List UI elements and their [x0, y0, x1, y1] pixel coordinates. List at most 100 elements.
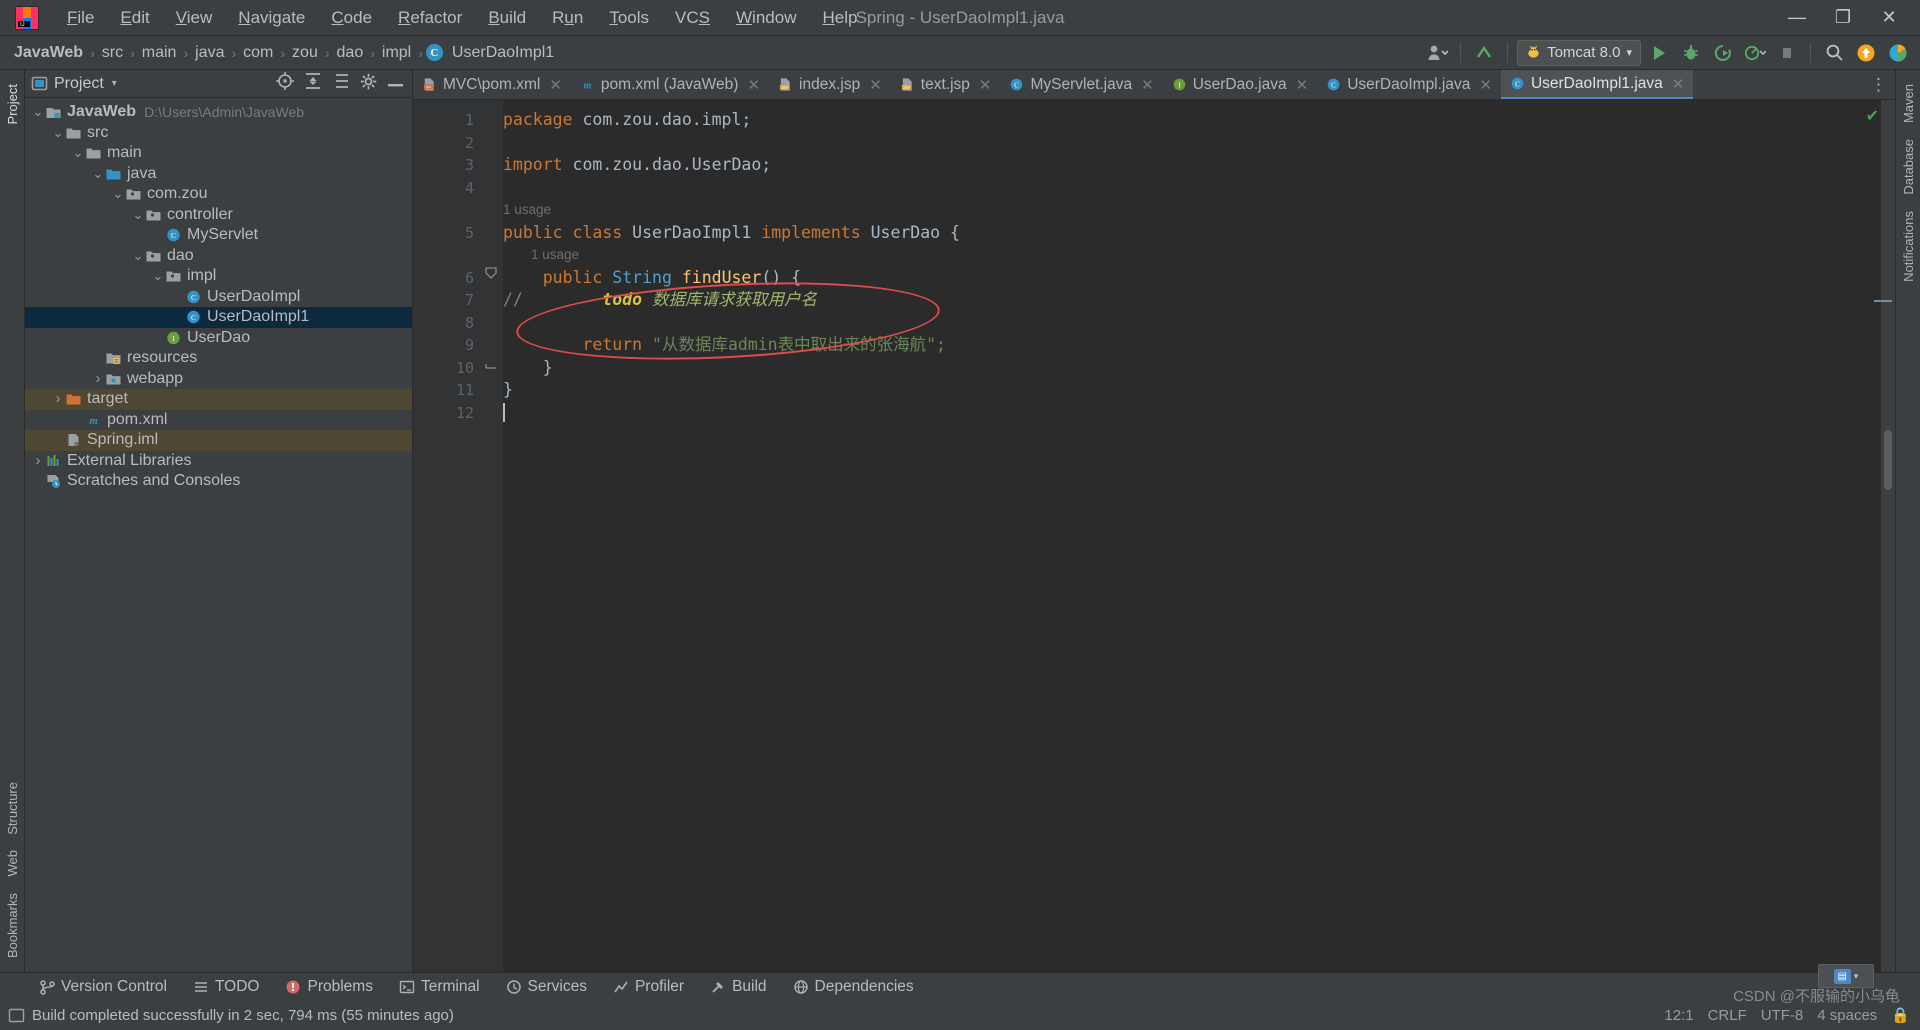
bottom-tool-build[interactable]: Build	[697, 978, 779, 996]
close-tab-icon[interactable]: ✕	[1672, 75, 1685, 93]
maximize-button[interactable]: ❐	[1820, 1, 1866, 35]
tree-row-myservlet[interactable]: CMyServlet	[25, 225, 412, 246]
tree-row-userdaoimpl1[interactable]: CUserDaoImpl1	[25, 307, 412, 328]
settings-gear-icon[interactable]	[360, 73, 377, 95]
tree-row-target[interactable]: ›target	[25, 389, 412, 410]
menu-vcs[interactable]: VCS	[662, 4, 723, 32]
layout-icon[interactable]: ▤	[1834, 969, 1851, 984]
sidebar-item-structure[interactable]: Structure	[2, 774, 23, 843]
search-everywhere-icon[interactable]	[1820, 40, 1848, 66]
editor-tab-index-jsp[interactable]: JSPindex.jsp✕	[769, 70, 891, 99]
editor-tab-mvc-pom-xml[interactable]: <>MVC\pom.xml✕	[413, 70, 571, 99]
close-tab-icon[interactable]: ✕	[747, 76, 760, 94]
breadcrumb-item-2[interactable]: main	[138, 42, 181, 64]
tree-row-javaweb[interactable]: ⌄JavaWebD:\Users\Admin\JavaWeb	[25, 102, 412, 123]
tree-row-java[interactable]: ⌄java	[25, 164, 412, 185]
tree-row-impl[interactable]: ⌄impl	[25, 266, 412, 287]
fold-end-icon[interactable]	[484, 356, 498, 370]
chevron-right-icon[interactable]: ›	[91, 369, 105, 390]
sidebar-item-bookmarks[interactable]: Bookmarks	[2, 885, 23, 966]
chevron-down-icon[interactable]: ⌄	[71, 147, 85, 159]
chevron-down-icon[interactable]: ▾	[1854, 971, 1859, 982]
collapse-all-icon[interactable]	[332, 72, 350, 95]
chevron-down-icon[interactable]: ⌄	[51, 127, 65, 139]
editor-tab-userdao-java[interactable]: IUserDao.java✕	[1163, 70, 1317, 99]
fold-region-icon[interactable]	[484, 266, 498, 280]
menu-help[interactable]: Help	[809, 4, 870, 32]
sidebar-item-notifications[interactable]: Notifications	[1898, 203, 1919, 290]
inspection-ok-icon[interactable]: ✔	[1866, 106, 1879, 126]
tree-row-src[interactable]: ⌄src	[25, 123, 412, 144]
editor-float-widget[interactable]: ▤ ▾	[1818, 964, 1874, 988]
breadcrumb-item-7[interactable]: impl	[378, 42, 415, 64]
editor-tab-userdaoimpl-java[interactable]: CUserDaoImpl.java✕	[1317, 70, 1501, 99]
chevron-down-icon[interactable]: ⌄	[131, 209, 145, 221]
tree-row-pom-xml[interactable]: mpom.xml	[25, 410, 412, 431]
run-with-coverage-icon[interactable]	[1709, 40, 1737, 66]
tree-row-resources[interactable]: resources	[25, 348, 412, 369]
bottom-tool-terminal[interactable]: Terminal	[386, 978, 493, 996]
chevron-right-icon[interactable]: ›	[31, 451, 45, 472]
breadcrumb-file[interactable]: UserDaoImpl1	[448, 42, 558, 64]
tree-row-main[interactable]: ⌄main	[25, 143, 412, 164]
more-tabs-icon[interactable]: ⋮	[1870, 75, 1887, 95]
menu-refactor[interactable]: Refactor	[385, 4, 475, 32]
sidebar-item-maven[interactable]: Maven	[1898, 76, 1919, 131]
tree-row-userdaoimpl[interactable]: CUserDaoImpl	[25, 287, 412, 308]
editor-fold-column[interactable]	[481, 100, 503, 972]
close-tab-icon[interactable]: ✕	[1141, 76, 1154, 94]
menu-edit[interactable]: Edit	[107, 4, 162, 32]
menu-view[interactable]: View	[163, 4, 226, 32]
debug-button[interactable]	[1677, 40, 1705, 66]
editor-tab-userdaoimpl1-java[interactable]: CUserDaoImpl1.java✕	[1501, 70, 1693, 99]
breadcrumb-item-3[interactable]: java	[191, 42, 228, 64]
tree-row-external-libraries[interactable]: ›External Libraries	[25, 451, 412, 472]
editor-tab-pom-xml--javaweb-[interactable]: mpom.xml (JavaWeb)✕	[571, 70, 769, 99]
minimize-button[interactable]: —	[1774, 1, 1820, 35]
expand-all-icon[interactable]	[304, 72, 322, 95]
breadcrumb-item-4[interactable]: com	[239, 42, 277, 64]
editor-tab-myservlet-java[interactable]: CMyServlet.java✕	[1000, 70, 1162, 99]
bottom-tool-profiler[interactable]: Profiler	[600, 978, 697, 996]
menu-code[interactable]: Code	[318, 4, 385, 32]
breadcrumb-item-5[interactable]: zou	[288, 42, 322, 64]
usage-hint-class[interactable]: 1 usage	[503, 199, 1881, 222]
run-button[interactable]	[1645, 40, 1673, 66]
tree-row-scratches-and-consoles[interactable]: Scratches and Consoles	[25, 471, 412, 492]
close-tab-icon[interactable]: ✕	[1479, 76, 1492, 94]
line-separator[interactable]: CRLF	[1708, 1007, 1747, 1024]
editor-scroll-strip[interactable]: ✔	[1881, 100, 1895, 972]
breadcrumb-item-0[interactable]: JavaWeb	[10, 42, 87, 64]
bottom-tool-dependencies[interactable]: Dependencies	[780, 978, 927, 996]
menu-navigate[interactable]: Navigate	[225, 4, 318, 32]
run-configuration-selector[interactable]: Tomcat 8.0 ▾	[1517, 40, 1641, 66]
bottom-tool-services[interactable]: Services	[493, 978, 600, 996]
menu-tools[interactable]: Tools	[596, 4, 662, 32]
caret-position[interactable]: 12:1	[1664, 1007, 1693, 1024]
chevron-down-icon[interactable]: ⌄	[151, 270, 165, 282]
menu-build[interactable]: Build	[475, 4, 539, 32]
tree-row-webapp[interactable]: ›webapp	[25, 369, 412, 390]
update-available-icon[interactable]	[1852, 40, 1880, 66]
chevron-down-icon[interactable]: ⌄	[91, 168, 105, 180]
sidebar-item-web[interactable]: Web	[2, 842, 23, 885]
usage-hint-method[interactable]: 1 usage	[503, 244, 1881, 267]
close-tab-icon[interactable]: ✕	[1296, 76, 1309, 94]
breadcrumb-item-1[interactable]: src	[98, 42, 127, 64]
chevron-right-icon[interactable]: ›	[51, 389, 65, 410]
sidebar-item-project[interactable]: Project	[2, 76, 23, 132]
chevron-down-icon[interactable]: ⌄	[131, 250, 145, 262]
profile-icon[interactable]	[1741, 40, 1769, 66]
close-tab-icon[interactable]: ✕	[549, 76, 562, 94]
editor-tab-text-jsp[interactable]: JSPtext.jsp✕	[891, 70, 1001, 99]
select-opened-file-icon[interactable]	[276, 72, 294, 95]
menu-file[interactable]: File	[54, 4, 107, 32]
close-tab-icon[interactable]: ✕	[869, 76, 882, 94]
chevron-down-icon[interactable]: ▾	[112, 78, 117, 89]
tree-row-dao[interactable]: ⌄dao	[25, 246, 412, 267]
hide-panel-icon[interactable]	[387, 74, 404, 94]
tree-row-userdao[interactable]: IUserDao	[25, 328, 412, 349]
close-tab-icon[interactable]: ✕	[979, 76, 992, 94]
scrollbar-thumb[interactable]	[1884, 430, 1892, 490]
lock-icon[interactable]: 🔒	[1891, 1006, 1910, 1024]
